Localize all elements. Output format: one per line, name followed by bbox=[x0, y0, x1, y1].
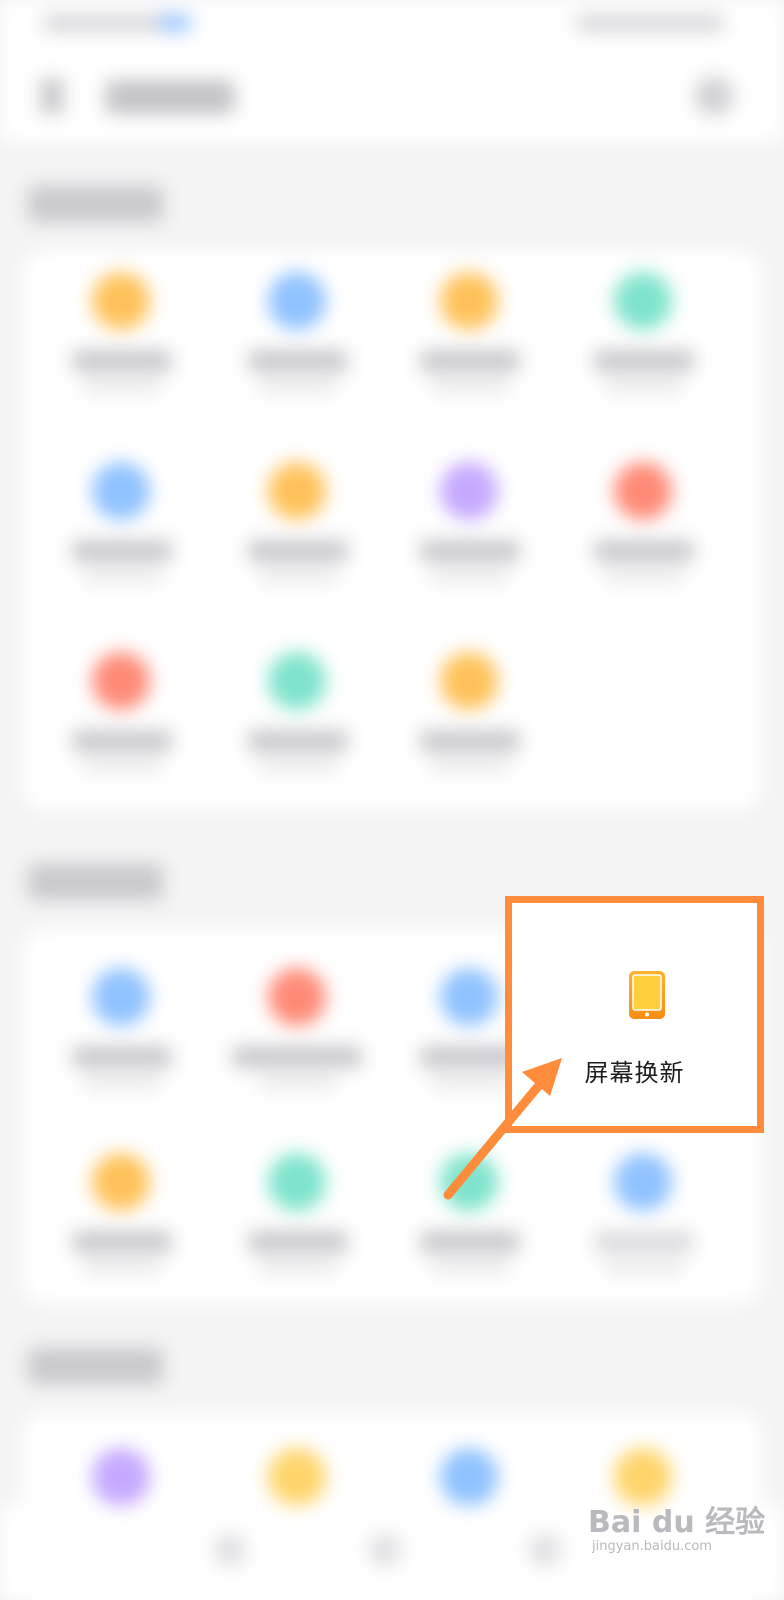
page-title bbox=[105, 80, 235, 114]
service-icon bbox=[92, 1153, 150, 1211]
service-icon bbox=[92, 1448, 150, 1506]
service-tile[interactable] bbox=[582, 1153, 702, 1303]
service-tile[interactable] bbox=[60, 462, 180, 612]
phone-icon bbox=[629, 971, 665, 1019]
service-icon bbox=[92, 652, 150, 710]
service-icon bbox=[614, 462, 672, 520]
service-tile[interactable] bbox=[236, 462, 356, 612]
status-bar-right bbox=[575, 14, 725, 32]
status-bar-indicator bbox=[158, 14, 192, 32]
watermark-text: Bai du 经验 bbox=[588, 1505, 766, 1540]
nav-item[interactable] bbox=[215, 1535, 245, 1565]
service-icon bbox=[440, 1153, 498, 1211]
service-icon bbox=[268, 1153, 326, 1211]
service-tile[interactable] bbox=[236, 272, 356, 422]
more-icon[interactable] bbox=[694, 76, 734, 116]
back-icon[interactable] bbox=[40, 78, 64, 114]
service-tile[interactable] bbox=[236, 652, 356, 802]
service-icon bbox=[440, 462, 498, 520]
service-icon bbox=[92, 968, 150, 1026]
service-tile[interactable] bbox=[408, 1153, 528, 1303]
section-title-2 bbox=[28, 864, 163, 900]
service-icon bbox=[268, 968, 326, 1026]
service-card-1 bbox=[22, 250, 762, 810]
service-icon bbox=[268, 462, 326, 520]
service-tile[interactable] bbox=[60, 1153, 180, 1303]
watermark-url: jingyan.baidu.com bbox=[592, 1539, 712, 1554]
service-tile[interactable] bbox=[60, 272, 180, 422]
status-bar bbox=[0, 0, 784, 50]
watermark-logo: Bai du 经验 jingyan.baidu.com bbox=[588, 1485, 778, 1565]
service-tile[interactable] bbox=[582, 462, 702, 612]
section-title-1 bbox=[28, 186, 163, 222]
service-icon bbox=[440, 1448, 498, 1506]
service-icon bbox=[268, 272, 326, 330]
service-tile[interactable] bbox=[60, 968, 180, 1118]
service-icon bbox=[268, 652, 326, 710]
service-icon bbox=[440, 968, 498, 1026]
service-icon bbox=[440, 272, 498, 330]
service-icon bbox=[92, 462, 150, 520]
highlight-box-screen-replacement[interactable]: 屏幕换新 bbox=[505, 896, 764, 1133]
service-tile[interactable] bbox=[408, 272, 528, 422]
service-tile[interactable] bbox=[408, 652, 528, 802]
section-title-3 bbox=[28, 1348, 163, 1384]
service-icon bbox=[614, 272, 672, 330]
highlight-label: 屏幕换新 bbox=[584, 1059, 685, 1087]
page: 屏幕换新 Bai du 经验 jingyan.baidu.com bbox=[0, 0, 784, 1600]
nav-item[interactable] bbox=[370, 1535, 400, 1565]
service-icon bbox=[268, 1448, 326, 1506]
blurred-app-background bbox=[0, 0, 784, 1600]
service-tile[interactable] bbox=[582, 272, 702, 422]
service-icon bbox=[440, 652, 498, 710]
service-icon bbox=[92, 272, 150, 330]
service-tile[interactable] bbox=[408, 462, 528, 612]
service-icon bbox=[614, 1153, 672, 1211]
service-tile[interactable] bbox=[232, 968, 362, 1118]
nav-item[interactable] bbox=[530, 1535, 560, 1565]
app-header bbox=[0, 50, 784, 142]
service-tile[interactable] bbox=[236, 1153, 356, 1303]
service-tile[interactable] bbox=[60, 652, 180, 802]
